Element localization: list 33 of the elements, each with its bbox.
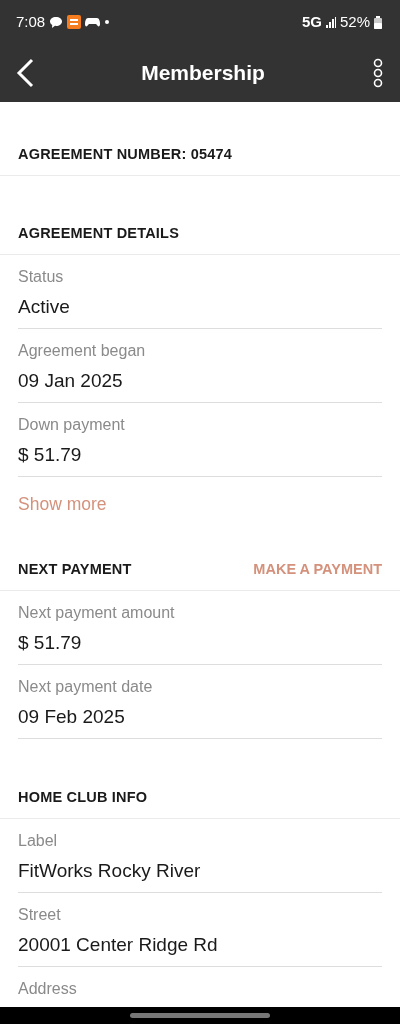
section-title: AGREEMENT DETAILS [18, 223, 180, 243]
show-more-link[interactable]: Show more [18, 491, 107, 518]
field-value: 20001 Center Ridge Rd [18, 933, 219, 958]
more-options-icon[interactable] [372, 58, 384, 88]
section-title: NEXT PAYMENT [18, 559, 132, 579]
dot-icon [104, 19, 111, 25]
field-label: Label [18, 831, 59, 852]
field-label: Address [18, 979, 78, 1000]
signal-icon [325, 16, 336, 28]
field-label: Street [18, 905, 62, 926]
game-controller-icon [85, 16, 101, 28]
field-value: 09 Jan 2025 [18, 369, 124, 393]
field-value: $ 51.79 [18, 631, 83, 656]
battery-percent: 52% [339, 11, 370, 32]
battery-icon [374, 15, 382, 29]
network-type: 5G [301, 11, 322, 32]
back-icon[interactable] [16, 58, 34, 88]
chat-bubble-icon [49, 15, 64, 29]
field-label: Next payment amount [18, 603, 176, 624]
field-label: Next payment date [18, 677, 154, 698]
field-label: Down payment [18, 415, 126, 435]
field-value: FitWorks Rocky River [18, 859, 202, 884]
field-label: Agreement began [18, 341, 147, 361]
field-value: Active [18, 295, 71, 319]
section-title: HOME CLUB INFO [18, 787, 148, 807]
page-title: Membership [141, 60, 265, 87]
field-label: Status [18, 267, 65, 287]
section-title: AGREEMENT NUMBER: 05474 [18, 144, 233, 164]
make-payment-link[interactable]: MAKE A PAYMENT [253, 558, 382, 581]
field-value: $ 51.79 [18, 443, 83, 467]
app-notification-icon [67, 15, 82, 29]
field-value: 09 Feb 2025 [18, 705, 126, 730]
clock-time: 7:08 [16, 11, 46, 32]
